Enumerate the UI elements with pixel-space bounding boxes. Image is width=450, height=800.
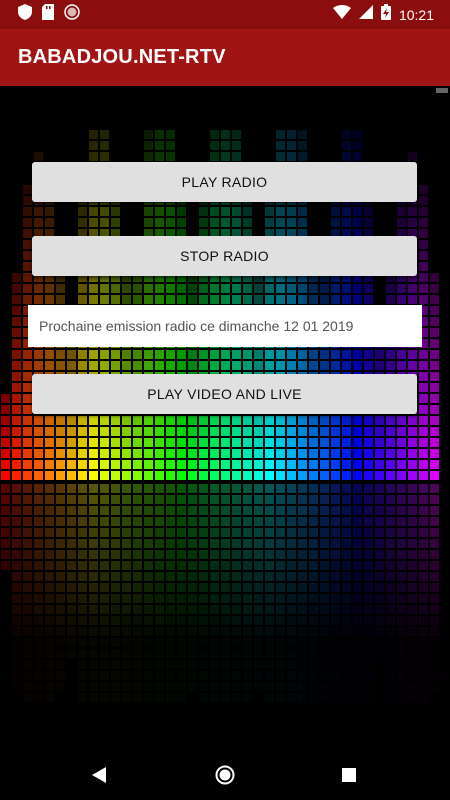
sd-card-icon [42,4,54,25]
play-video-live-label: PLAY VIDEO AND LIVE [147,386,302,402]
battery-charging-icon [380,4,391,25]
record-icon [64,4,80,25]
play-video-live-button[interactable]: PLAY VIDEO AND LIVE [32,374,417,414]
shield-icon [18,4,32,25]
app-bar: BABADJOU.NET-RTV [0,29,450,86]
next-broadcast-info: Prochaine emission radio ce dimanche 12 … [28,305,422,347]
stop-radio-button[interactable]: STOP RADIO [32,236,417,276]
clock: 10:21 [398,6,434,23]
home-icon[interactable] [215,765,235,790]
status-bar: 10:21 [0,0,450,29]
back-icon[interactable] [92,767,106,788]
play-radio-label: PLAY RADIO [181,174,268,190]
wifi-icon [332,5,351,24]
stop-radio-label: STOP RADIO [180,248,269,264]
next-broadcast-text: Prochaine emission radio ce dimanche 12 … [39,318,354,334]
signal-icon [358,5,373,24]
navigation-bar [0,750,450,800]
app-title: BABADJOU.NET-RTV [18,46,226,68]
play-radio-button[interactable]: PLAY RADIO [32,162,417,202]
ad-marker [436,88,448,93]
recents-icon[interactable] [342,768,356,787]
